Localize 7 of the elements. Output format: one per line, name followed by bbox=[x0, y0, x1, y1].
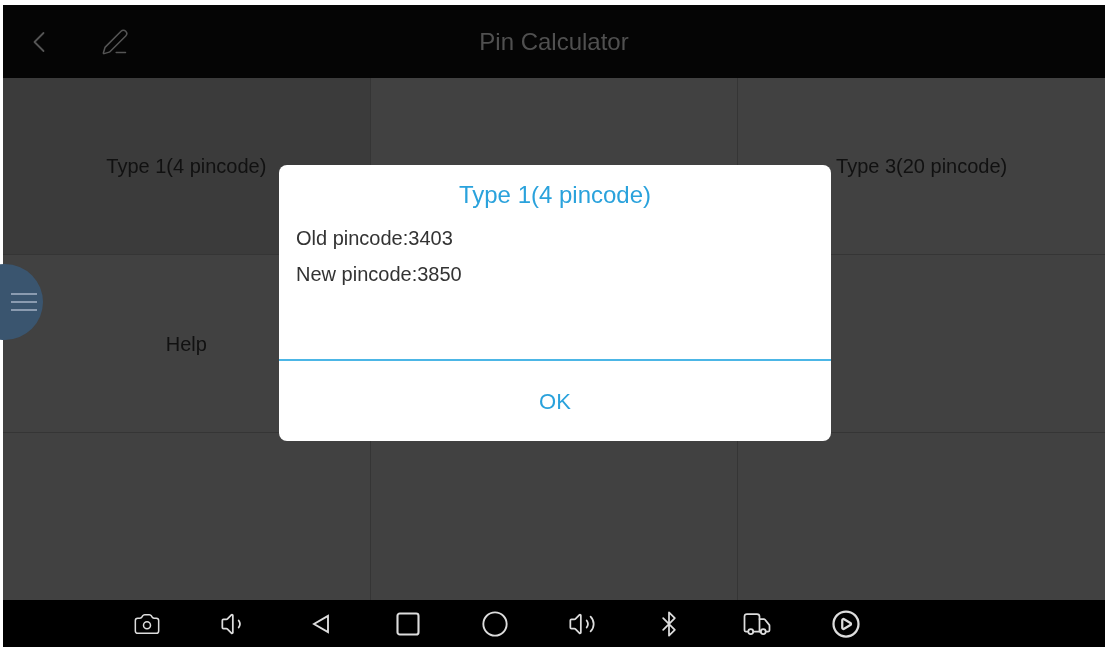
page-title: Pin Calculator bbox=[479, 26, 629, 57]
dialog-title: Type 1(4 pincode) bbox=[458, 180, 652, 210]
pencil-icon bbox=[101, 27, 129, 56]
home-icon[interactable] bbox=[481, 609, 509, 638]
recent-apps-icon[interactable] bbox=[394, 609, 422, 638]
menu-icon bbox=[11, 292, 37, 312]
play-icon[interactable] bbox=[831, 608, 861, 639]
